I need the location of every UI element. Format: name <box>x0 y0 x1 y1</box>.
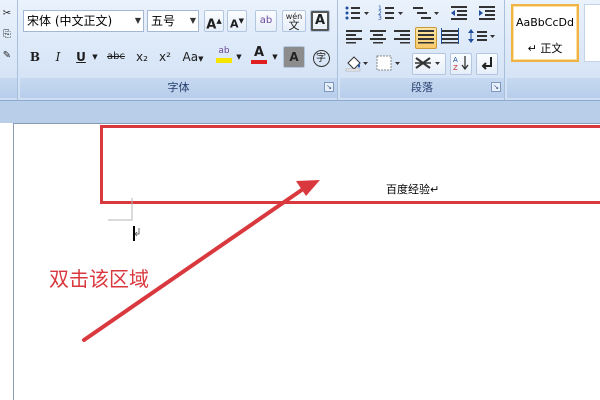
style-next-card[interactable] <box>584 4 600 62</box>
char-shading-icon: A <box>289 50 299 64</box>
distributed-button[interactable] <box>439 27 461 49</box>
font-size-select[interactable]: 五号 ▼ <box>147 10 199 32</box>
bullets-icon <box>345 6 369 20</box>
chevron-down-icon: ▼ <box>189 16 196 25</box>
char-border-icon: A <box>314 13 326 28</box>
clipboard-group: ✂ ⎘ ✎ <box>0 0 18 100</box>
font-group-label: 字体 <box>20 78 337 98</box>
clear-format-button[interactable]: ab <box>255 10 277 32</box>
shrink-font-icon: A <box>230 17 239 31</box>
align-right-button[interactable] <box>391 27 413 49</box>
align-left-icon <box>346 30 362 44</box>
header-text[interactable]: 百度经验↵ <box>386 181 439 197</box>
justify-icon <box>418 30 434 44</box>
svg-text:A: A <box>453 56 458 64</box>
style-sample-text: AaBbCcDd <box>516 16 574 29</box>
change-case-icon: Aa <box>182 50 199 64</box>
bullets-button[interactable] <box>343 3 371 25</box>
underline-dropdown[interactable]: ▼ <box>90 46 100 68</box>
bold-icon: B <box>29 50 41 64</box>
font-name-value: 宋体 (中文正文) <box>27 14 113 28</box>
italic-button[interactable]: I <box>47 46 69 68</box>
enclose-char-icon: 字 <box>312 50 330 67</box>
pinyin-char: 文 <box>288 19 300 32</box>
borders-button[interactable] <box>373 53 403 75</box>
style-normal-card[interactable]: AaBbCcDd ↵ 正文 <box>511 4 579 62</box>
increase-indent-icon <box>479 6 495 20</box>
svg-text:3: 3 <box>378 15 382 22</box>
paragraph-group: 1 2 3 A Z 段落 ↘ <box>340 0 505 100</box>
dialog-launcher-icon[interactable]: ↘ <box>491 82 501 92</box>
font-color-dropdown[interactable]: ▼ <box>270 46 280 68</box>
align-center-button[interactable] <box>367 27 389 49</box>
superscript-icon: x² <box>159 50 171 64</box>
justify-button[interactable] <box>415 27 437 49</box>
numbering-button[interactable]: 1 2 3 <box>377 3 405 25</box>
italic-icon: I <box>55 50 61 64</box>
font-color-bar <box>251 60 267 64</box>
char-border-button[interactable]: A <box>310 10 330 32</box>
subscript-button[interactable]: x₂ <box>131 46 153 68</box>
annotation-text: 双击该区域 <box>49 267 149 291</box>
show-marks-button[interactable] <box>476 53 498 75</box>
style-name-label: ↵ 正文 <box>527 42 563 55</box>
paragraph-mark-icon <box>481 57 492 70</box>
paint-bucket-icon <box>345 56 368 72</box>
phonetic-guide-icon: ab <box>259 15 273 26</box>
decrease-indent-icon <box>451 6 467 20</box>
font-group: 宋体 (中文正文) ▼ 五号 ▼ A▲ A▼ ab wén 文 A B I U … <box>20 0 338 100</box>
format-painter-icon[interactable]: ✎ <box>0 45 14 67</box>
line-spacing-button[interactable] <box>466 27 498 49</box>
multilevel-list-button[interactable] <box>411 3 441 25</box>
highlight-button[interactable]: ab <box>213 44 235 66</box>
sort-button[interactable]: A Z <box>450 53 472 75</box>
ruler-gap <box>0 101 600 123</box>
shading-button[interactable] <box>343 53 371 75</box>
increase-indent-button[interactable] <box>475 3 499 25</box>
line-spacing-icon <box>468 29 495 43</box>
char-shading-button[interactable]: A <box>283 46 305 68</box>
strikethrough-button[interactable]: abc <box>102 46 130 68</box>
strikethrough-icon: abc <box>107 51 125 62</box>
bold-button[interactable]: B <box>24 46 46 68</box>
align-right-icon <box>394 30 410 44</box>
align-left-button[interactable] <box>343 27 365 49</box>
font-color-button[interactable]: A <box>248 44 270 66</box>
change-case-button[interactable]: Aa▼ <box>178 46 208 68</box>
styles-group-label <box>507 78 600 98</box>
font-color-icon: A <box>253 45 265 60</box>
asian-layout-icon <box>415 57 440 69</box>
cut-icon[interactable]: ✂ <box>0 3 14 25</box>
enclose-char-button[interactable]: 字 <box>310 46 332 68</box>
numbering-icon: 1 2 3 <box>378 5 403 22</box>
decrease-indent-button[interactable] <box>447 3 471 25</box>
highlight-color-bar <box>216 58 232 63</box>
clipboard-group-label <box>0 78 17 98</box>
distributed-icon <box>441 28 459 44</box>
multilevel-list-icon <box>413 7 439 19</box>
underline-icon: U <box>76 50 86 64</box>
underline-button[interactable]: U <box>70 46 92 68</box>
grow-font-button[interactable]: A▲ <box>204 10 224 32</box>
borders-icon <box>376 55 400 71</box>
pinyin-button[interactable]: wén 文 <box>282 10 306 32</box>
svg-text:Z: Z <box>453 64 458 72</box>
font-name-select[interactable]: 宋体 (中文正文) ▼ <box>23 10 144 32</box>
grow-font-icon: A <box>206 17 217 33</box>
font-size-value: 五号 <box>151 14 176 28</box>
highlight-dropdown[interactable]: ▼ <box>234 46 244 68</box>
asian-layout-button[interactable] <box>412 53 446 75</box>
align-center-icon <box>370 30 386 44</box>
subscript-icon: x₂ <box>136 50 148 64</box>
sort-icon: A Z <box>453 56 469 72</box>
dialog-launcher-icon[interactable]: ↘ <box>324 82 334 92</box>
ribbon: ✂ ⎘ ✎ 宋体 (中文正文) ▼ 五号 ▼ A▲ A▼ ab wén 文 A <box>0 0 600 101</box>
shrink-font-button[interactable]: A▼ <box>227 10 247 32</box>
chevron-down-icon: ▼ <box>134 16 141 25</box>
copy-icon[interactable]: ⎘ <box>0 24 14 46</box>
superscript-button[interactable]: x² <box>154 46 176 68</box>
paragraph-group-label: 段落 <box>340 78 504 98</box>
highlighter-icon: ab <box>218 46 230 56</box>
header-highlight-box <box>100 125 600 204</box>
